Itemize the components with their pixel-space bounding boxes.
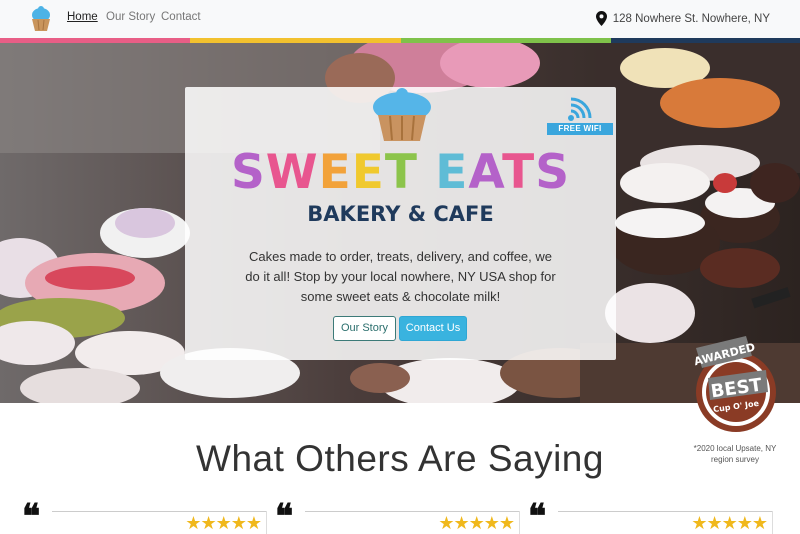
divider: [52, 511, 267, 512]
star-rating: ★★★★★: [438, 513, 515, 533]
star-rating: ★★★★★: [185, 513, 262, 533]
hero-card: FREE WIFI SWEET EATS BAKERY & CAFE Cakes…: [185, 87, 616, 360]
quote-icon: ❝: [528, 497, 547, 534]
cupcake-logo-icon: [373, 88, 431, 141]
logo-letter: E: [435, 145, 469, 200]
quote-icon: ❝: [275, 497, 294, 534]
contact-us-button[interactable]: Contact Us: [399, 316, 467, 341]
quote-icon: ❝: [22, 497, 41, 534]
nav-link-home[interactable]: Home: [67, 11, 98, 23]
logo-subtitle: BAKERY & CAFE: [307, 202, 494, 226]
map-pin-icon: [595, 11, 607, 26]
nav-link-contact[interactable]: Contact: [161, 11, 201, 23]
divider: [558, 511, 773, 512]
testimonial-card: ❝ ★★★★★: [275, 500, 520, 534]
wifi-icon: [568, 97, 592, 121]
logo-letter: [418, 145, 435, 200]
logo-letter: S: [535, 145, 571, 200]
address: 128 Nowhere St. Nowhere, NY: [595, 11, 770, 26]
award-seal-icon: AWARDED BEST Cup O' Joe: [693, 336, 776, 432]
testimonials-title: What Others Are Saying: [196, 438, 604, 479]
address-text: 128 Nowhere St. Nowhere, NY: [612, 12, 770, 25]
nav-link-our-story[interactable]: Our Story: [106, 11, 155, 23]
star-rating: ★★★★★: [691, 513, 768, 533]
hero-description: Cakes made to order, treats, delivery, a…: [245, 249, 556, 304]
navbar: Home Our Story Contact 128 Nowhere St. N…: [0, 0, 800, 38]
logo-letter: A: [468, 145, 503, 200]
divider: [772, 511, 773, 534]
logo-letter: E: [351, 145, 385, 200]
award-badge: AWARDED BEST Cup O' Joe: [686, 330, 782, 440]
divider: [266, 511, 267, 534]
testimonial-card: ❝ ★★★★★: [528, 500, 773, 534]
logo-letter: S: [230, 145, 266, 200]
hero-banner: FREE WIFI SWEET EATS BAKERY & CAFE Cakes…: [0, 43, 800, 403]
divider: [519, 511, 520, 534]
logo-title: SWEET EATS: [185, 145, 616, 201]
logo-letter: E: [318, 145, 352, 200]
our-story-button[interactable]: Our Story: [333, 316, 396, 341]
logo-letter: W: [265, 145, 319, 200]
free-wifi-badge: FREE WIFI: [547, 92, 613, 140]
wifi-label: FREE WIFI: [547, 123, 613, 135]
logo-letter: T: [502, 145, 536, 200]
logo-letter: T: [384, 145, 418, 200]
testimonial-card: ❝ ★★★★★: [22, 500, 267, 534]
divider: [305, 511, 520, 512]
cupcake-icon[interactable]: [30, 6, 52, 32]
